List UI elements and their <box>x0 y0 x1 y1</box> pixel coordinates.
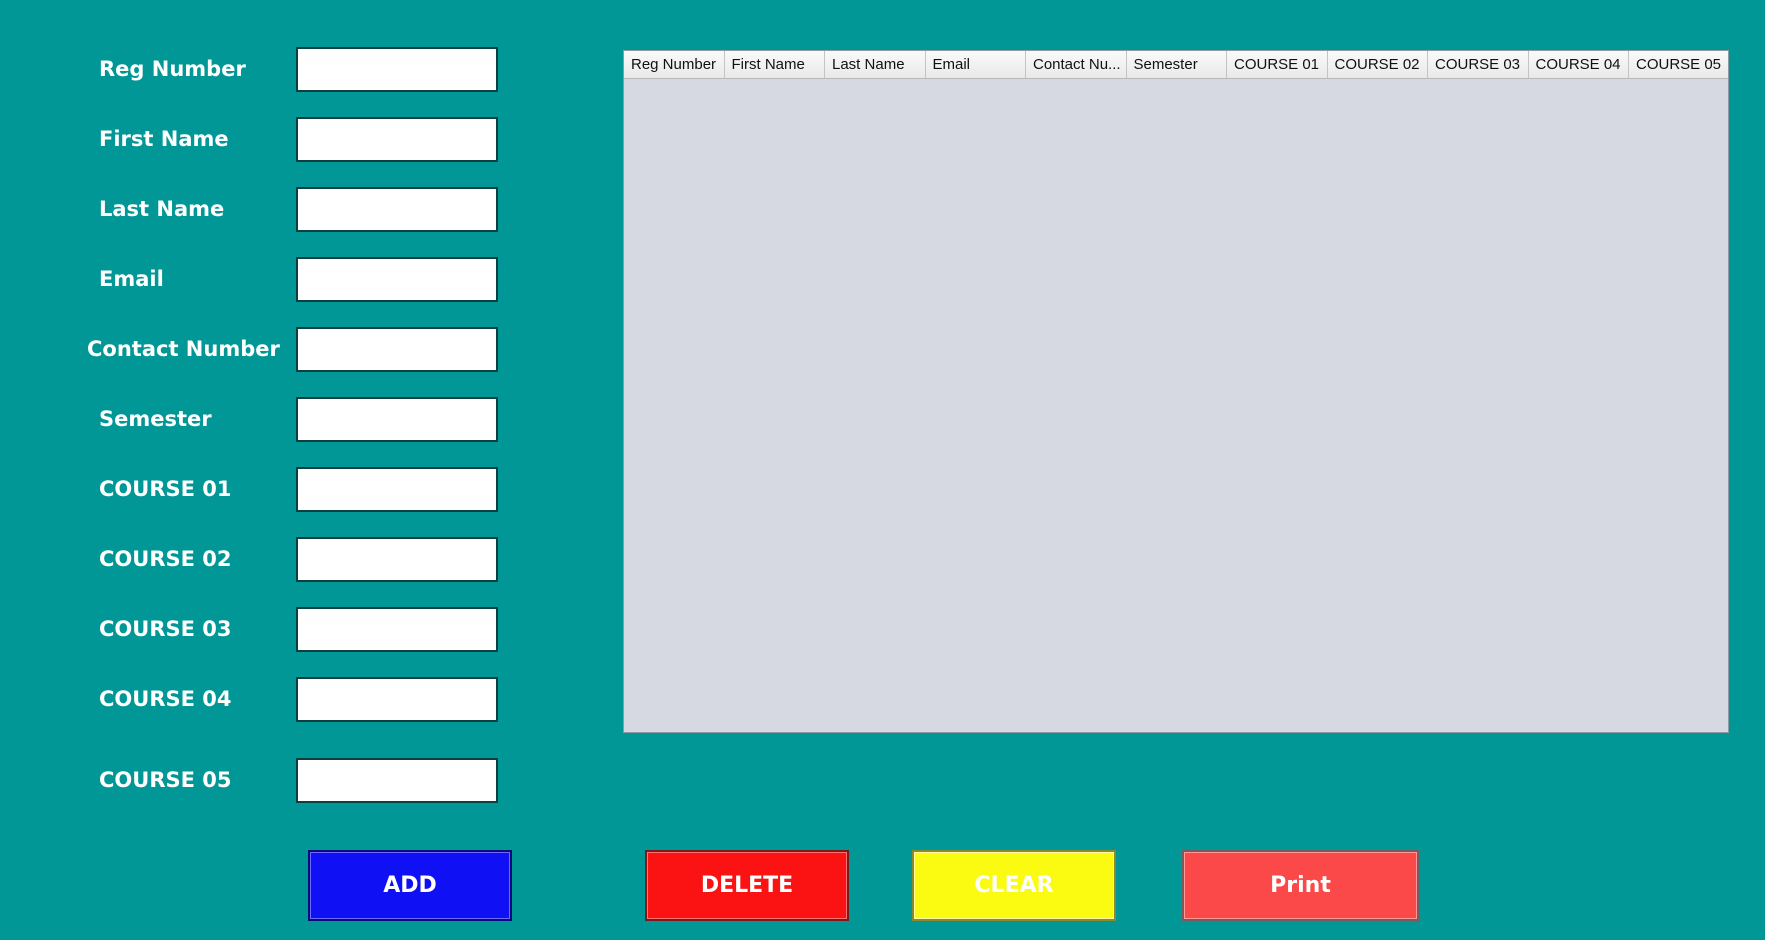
column-header-course-01[interactable]: COURSE 01 <box>1227 51 1328 78</box>
reg-number-field[interactable] <box>296 47 498 92</box>
course-03-label: COURSE 03 <box>99 617 232 641</box>
column-header-semester[interactable]: Semester <box>1127 51 1227 78</box>
column-header-email[interactable]: Email <box>926 51 1026 78</box>
course-03-field[interactable] <box>296 607 498 652</box>
column-header-course-03[interactable]: COURSE 03 <box>1428 51 1529 78</box>
column-header-contact-number[interactable]: Contact Nu... <box>1026 51 1127 78</box>
semester-field[interactable] <box>296 397 498 442</box>
course-02-field[interactable] <box>296 537 498 582</box>
first-name-label: First Name <box>99 127 229 151</box>
course-02-label: COURSE 02 <box>99 547 232 571</box>
student-table[interactable]: Reg Number First Name Last Name Email Co… <box>623 50 1729 733</box>
table-body[interactable] <box>624 79 1728 732</box>
course-05-field[interactable] <box>296 758 498 803</box>
column-header-course-05[interactable]: COURSE 05 <box>1629 51 1728 78</box>
first-name-field[interactable] <box>296 117 498 162</box>
semester-label: Semester <box>99 407 212 431</box>
reg-number-label: Reg Number <box>99 57 246 81</box>
print-button[interactable]: Print <box>1182 850 1419 921</box>
column-header-first-name[interactable]: First Name <box>725 51 825 78</box>
delete-button[interactable]: DELETE <box>645 850 849 921</box>
contact-number-field[interactable] <box>296 327 498 372</box>
course-01-field[interactable] <box>296 467 498 512</box>
column-header-reg-number[interactable]: Reg Number <box>624 51 725 78</box>
course-04-label: COURSE 04 <box>99 687 232 711</box>
email-label: Email <box>99 267 164 291</box>
last-name-field[interactable] <box>296 187 498 232</box>
column-header-last-name[interactable]: Last Name <box>825 51 926 78</box>
clear-button[interactable]: CLEAR <box>912 850 1116 921</box>
table-header: Reg Number First Name Last Name Email Co… <box>624 51 1728 79</box>
column-header-course-04[interactable]: COURSE 04 <box>1529 51 1629 78</box>
course-04-field[interactable] <box>296 677 498 722</box>
add-button[interactable]: ADD <box>308 850 512 921</box>
email-field[interactable] <box>296 257 498 302</box>
contact-number-label: Contact Number <box>87 337 280 361</box>
last-name-label: Last Name <box>99 197 225 221</box>
column-header-course-02[interactable]: COURSE 02 <box>1328 51 1428 78</box>
course-01-label: COURSE 01 <box>99 477 232 501</box>
course-05-label: COURSE 05 <box>99 768 232 792</box>
